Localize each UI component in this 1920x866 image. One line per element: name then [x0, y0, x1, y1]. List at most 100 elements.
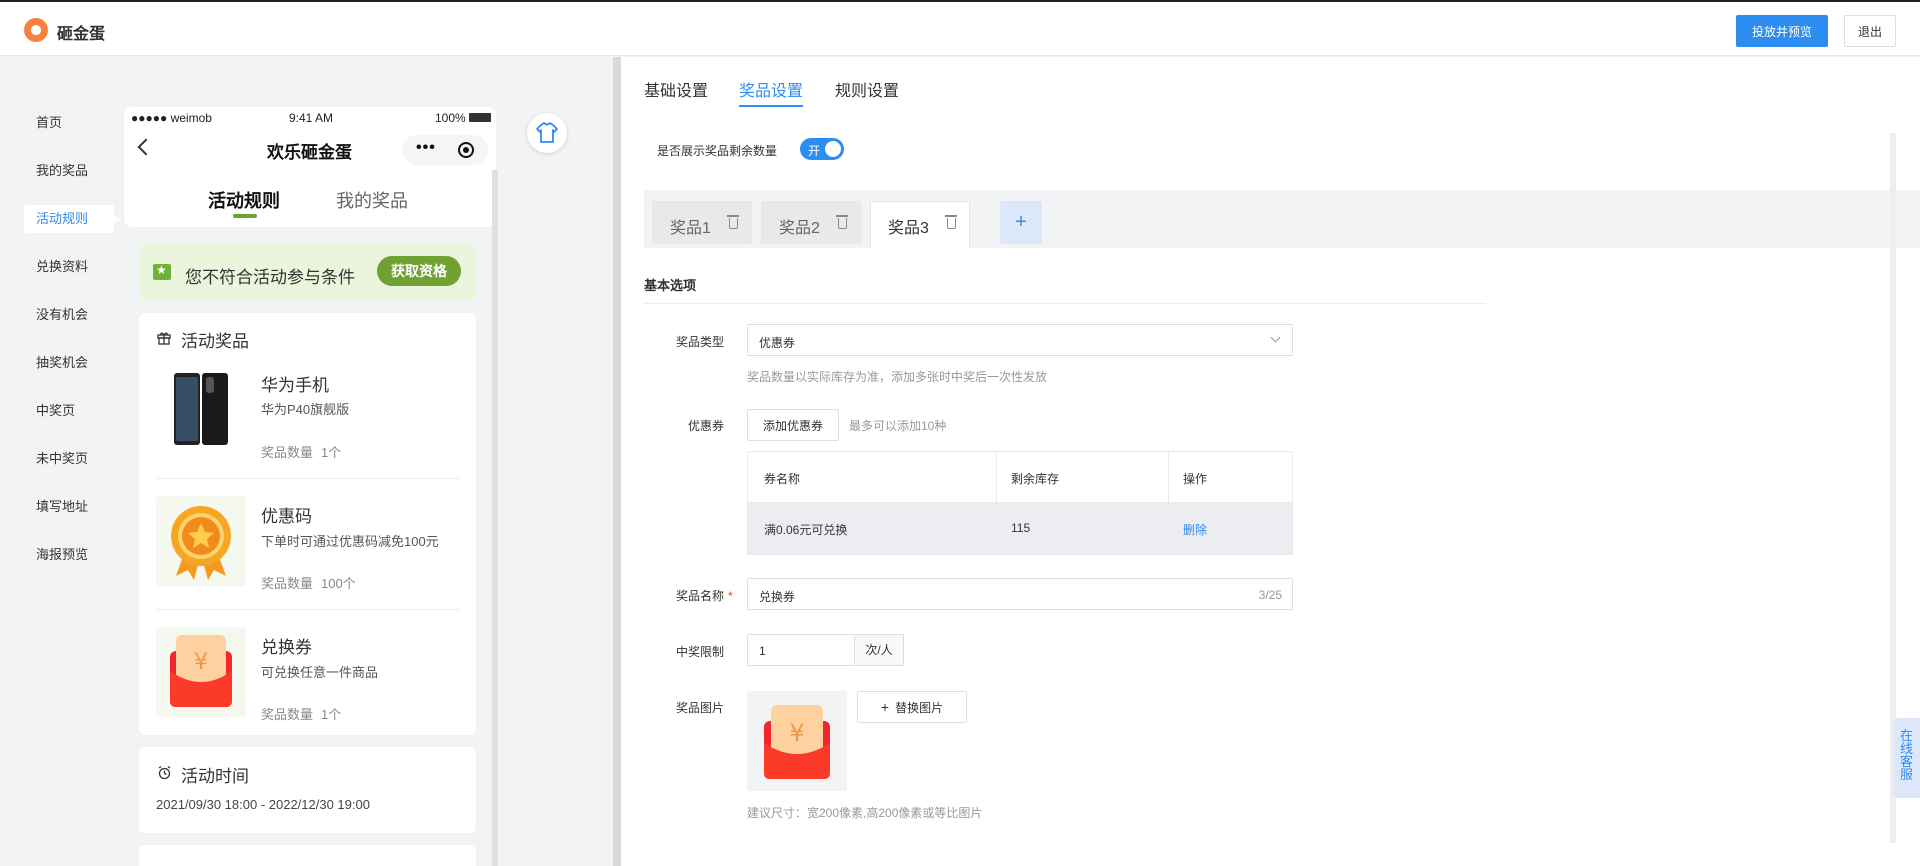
prize-desc: 华为P40旗舰版 [261, 402, 350, 417]
coupon-table: 券名称 剩余库存 操作 满0.06元可兑换 115 删除 [747, 451, 1293, 555]
alarm-clock-icon [157, 765, 172, 783]
status-carrier: ●●●●● weimob [131, 111, 212, 125]
trash-icon[interactable] [836, 215, 848, 229]
prize-type-hint: 奖品数量以实际库存为准，添加多张时中奖后一次性发放 [747, 370, 1048, 384]
app-logo-icon [24, 18, 48, 42]
nav-item-no-chance[interactable]: 没有机会 [24, 301, 114, 329]
status-time: 9:41 AM [289, 111, 334, 125]
prize-image-preview: ¥ [747, 691, 847, 791]
phone-scrollbar[interactable] [492, 170, 498, 866]
more-dots-icon[interactable]: ••• [416, 139, 436, 157]
prize-image-hint: 建议尺寸：宽200像素,高200像素或等比图片 [747, 806, 983, 820]
win-limit-input[interactable]: 1 [747, 634, 855, 666]
prize-name-input[interactable]: 兑换券 3/25 [747, 578, 1293, 610]
status-battery: 100% [435, 111, 466, 125]
panel-splitter[interactable] [613, 57, 621, 866]
nav-item-rules[interactable]: 活动规则 [24, 205, 122, 233]
prize-name-label-text: 奖品名称 [676, 589, 725, 603]
prize-desc: 可兑换任意一件商品 [261, 665, 379, 680]
get-qualification-button[interactable]: 获取资格 [377, 256, 461, 286]
prize-type-select[interactable]: 优惠券 [747, 324, 1293, 356]
prize-tab-3[interactable]: 奖品3 [870, 201, 970, 248]
plus-icon: + [1015, 211, 1027, 233]
replace-image-button[interactable]: + 替换图片 [857, 691, 967, 723]
nav-item-exchange-info[interactable]: 兑换资料 [24, 253, 114, 281]
theme-button[interactable] [527, 113, 567, 153]
column-header: 剩余库存 [1011, 472, 1060, 486]
close-target-icon[interactable] [458, 142, 474, 158]
prizes-card-title: 活动奖品 [181, 332, 249, 351]
condition-banner: 您不符合活动参与条件 获取资格 [139, 244, 476, 300]
publish-preview-button[interactable]: 投放并预览 [1736, 15, 1828, 47]
toggle-knob [825, 141, 841, 157]
tab-rule-settings[interactable]: 规则设置 [835, 77, 899, 101]
prize-tab-label: 奖品1 [670, 220, 711, 237]
phone-tab-my-prizes[interactable]: 我的奖品 [336, 187, 408, 213]
nav-item-my-prizes[interactable]: 我的奖品 [24, 157, 114, 185]
show-remaining-toggle[interactable]: 开 [800, 138, 844, 160]
tab-basic-settings[interactable]: 基础设置 [644, 77, 708, 101]
phone-preview: ●●●●● weimob 9:41 AM 100% 欢乐砸金蛋 ••• 活动规则… [124, 107, 496, 866]
column-header: 券名称 [764, 472, 801, 486]
column-header: 操作 [1183, 472, 1208, 486]
phone-page-title: 欢乐砸金蛋 [267, 143, 352, 162]
win-limit-value: 1 [759, 644, 766, 658]
delete-coupon-link[interactable]: 删除 [1183, 521, 1207, 538]
section-divider [644, 303, 1486, 304]
prize-name-counter: 3/25 [1258, 588, 1282, 602]
prize-qty-label: 奖品数量 [261, 576, 314, 591]
prize-divider [156, 609, 461, 610]
prize-tab-1[interactable]: 奖品1 [652, 201, 752, 244]
app-title: 砸金蛋 [57, 26, 106, 43]
prize-image-voucher: ¥ [156, 627, 246, 717]
prize-image-label: 奖品图片 [676, 701, 725, 715]
prize-qty-label: 奖品数量 [261, 445, 314, 460]
win-limit-unit: 次/人 [855, 634, 904, 666]
online-service-button[interactable]: 在线客服 [1893, 718, 1920, 798]
back-arrow-icon[interactable] [137, 138, 155, 156]
prize-type-label: 奖品类型 [676, 335, 725, 349]
prize-desc: 下单时可通过优惠码减免100元 [261, 534, 439, 549]
svg-text:¥: ¥ [194, 650, 208, 675]
section-title: 基本选项 [644, 278, 697, 293]
tab-prize-settings[interactable]: 奖品设置 [739, 77, 803, 101]
table-header: 券名称 剩余库存 操作 [748, 452, 1292, 503]
prize-qty: 1个 [321, 707, 342, 722]
trash-icon[interactable] [727, 215, 739, 229]
table-row: 满0.06元可兑换 115 删除 [748, 503, 1292, 554]
add-coupon-button[interactable]: 添加优惠券 [747, 409, 839, 441]
coupon-label: 优惠券 [688, 419, 725, 433]
exit-button[interactable]: 退出 [1844, 15, 1896, 47]
prize-tab-label: 奖品3 [888, 220, 929, 237]
gift-box-icon [157, 331, 171, 348]
shirt-icon [536, 122, 558, 143]
prize-name: 华为手机 [261, 376, 329, 395]
add-prize-tab-button[interactable]: + [1000, 201, 1042, 244]
chevron-down-icon [1270, 332, 1281, 343]
nav-item-address[interactable]: 填写地址 [24, 493, 114, 521]
top-bar: 砸金蛋 投放并预览 退出 [0, 0, 1920, 56]
phone-header: ●●●●● weimob 9:41 AM 100% 欢乐砸金蛋 ••• 活动规则… [124, 107, 496, 227]
win-limit-label: 中奖限制 [676, 645, 725, 659]
coupon-hint: 最多可以添加10种 [849, 419, 947, 433]
online-service-label: 在线客服 [1900, 728, 1914, 782]
prizes-card: 活动奖品 华为手机 华为P40旗舰版 奖品数量 1个 优惠码 下单时可通过优惠码… [139, 313, 476, 735]
nav-item-draw-chance[interactable]: 抽奖机会 [24, 349, 114, 377]
replace-image-label: 替换图片 [895, 700, 944, 715]
phone-tab-rules[interactable]: 活动规则 [208, 187, 280, 213]
prize-name: 优惠码 [261, 507, 312, 526]
prize-tab-2[interactable]: 奖品2 [761, 201, 861, 244]
phone-tab-underline [233, 214, 257, 218]
nav-item-lose-page[interactable]: 未中奖页 [24, 445, 114, 473]
nav-item-win-page[interactable]: 中奖页 [24, 397, 114, 425]
prize-name: 兑换券 [261, 638, 312, 657]
nav-item-home[interactable]: 首页 [24, 109, 114, 137]
trash-icon[interactable] [945, 215, 957, 229]
condition-text: 您不符合活动参与条件 [185, 268, 355, 287]
voucher-image-icon: ¥ [764, 705, 830, 779]
prize-qty: 1个 [321, 445, 342, 460]
required-mark: * [728, 589, 733, 603]
badge-star-icon [153, 263, 171, 280]
nav-item-poster[interactable]: 海报预览 [24, 541, 114, 569]
show-remaining-label: 是否展示奖品剩余数量 [657, 144, 778, 158]
